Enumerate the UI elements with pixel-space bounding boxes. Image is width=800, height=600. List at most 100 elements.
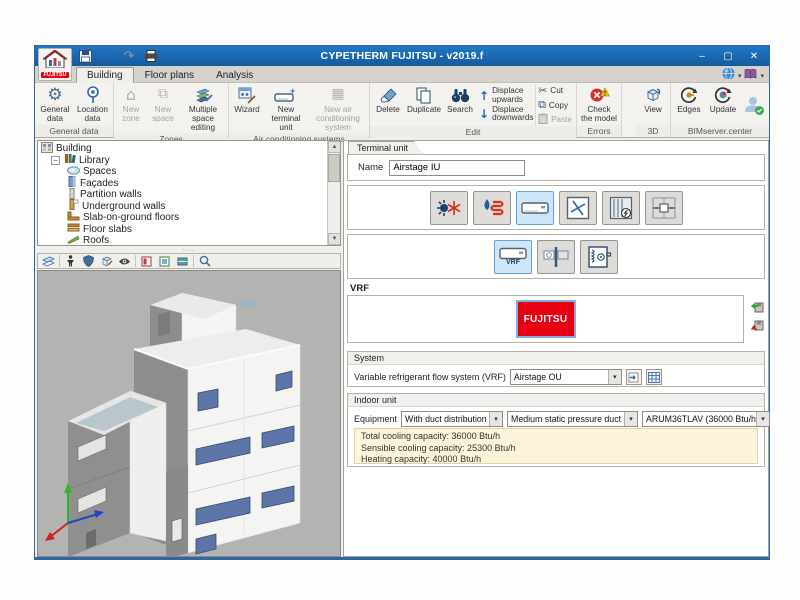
ribbon: ⚙ General data Location data General dat… (35, 83, 769, 138)
close-button[interactable]: ✕ (741, 46, 767, 66)
red-partition-icon[interactable] (139, 255, 154, 268)
chevron-down-icon: ▾ (756, 412, 769, 426)
teal-slab-icon[interactable] (175, 255, 190, 268)
green-window-icon[interactable] (157, 255, 172, 268)
tab-floor-plans[interactable]: Floor plans (134, 67, 205, 83)
tree-item-library[interactable]: − Library (41, 155, 340, 167)
tree-item-partition-walls[interactable]: Partition walls (41, 189, 340, 201)
capacity-info-box: Total cooling capacity: 36000 Btu/h Sens… (354, 428, 758, 464)
scroll-up-button[interactable]: ▲ (328, 141, 341, 153)
pressure-select[interactable]: Medium static pressure duct ▾ (507, 411, 638, 427)
print-icon[interactable] (143, 48, 159, 64)
edges-sync-icon (680, 85, 698, 105)
undo-icon[interactable]: ↶ (99, 48, 115, 64)
terminal-name-input[interactable] (389, 160, 525, 176)
view-3d-button[interactable]: View (638, 84, 668, 125)
vrf-indoor-unit-icon[interactable]: VRF (494, 240, 532, 274)
check-model-button[interactable]: Check the model (579, 84, 619, 125)
tree-item-spaces[interactable]: Spaces (41, 166, 340, 178)
duct-fan-icon[interactable] (602, 191, 640, 225)
zoom-icon[interactable] (197, 255, 212, 268)
heating-capacity: Heating capacity: 40000 Btu/h (361, 454, 751, 466)
unit-kind-selector: VRF (347, 234, 765, 279)
multiple-space-editing-button[interactable]: Multiple space editing (180, 84, 226, 133)
edges-button[interactable]: Edges (673, 84, 705, 125)
outdoor-packaged-unit-icon[interactable] (580, 240, 618, 274)
arrow-up-icon: ↑ (479, 89, 489, 103)
duplicate-pages-icon (416, 85, 432, 105)
general-data-button[interactable]: ⚙ General data (37, 84, 73, 125)
distribution-select[interactable]: With duct distribution ▾ (401, 411, 503, 427)
tab-analysis[interactable]: Analysis (205, 67, 264, 83)
3d-viewport[interactable] (37, 270, 341, 557)
displace-upwards-button[interactable]: ↑ Displace upwards (479, 87, 532, 104)
ribbon-group-zones: ⌂ New zone ⧉ New space Multiple space ed… (114, 83, 229, 137)
wizard-button[interactable]: Wizard (231, 84, 263, 133)
tree-item-facades[interactable]: Façades (41, 178, 340, 190)
gear-icon: ⚙ (47, 85, 62, 105)
tab-building[interactable]: Building (76, 67, 134, 83)
displace-downwards-button[interactable]: ↓ Displace downwards (479, 106, 532, 123)
search-button[interactable]: Search (444, 84, 476, 126)
save-icon[interactable] (77, 48, 93, 64)
binoculars-icon (451, 85, 470, 105)
bim-user-avatar[interactable] (741, 84, 767, 125)
cypetherm-house-icon (43, 50, 67, 73)
tree-item-slab-on-ground[interactable]: Slab-on-ground floors (41, 212, 340, 224)
app-menu-button[interactable]: FUJITSU (38, 48, 72, 81)
copy-button[interactable]: ⧉ Copy (538, 98, 572, 112)
duplicate-button[interactable]: Duplicate (405, 84, 443, 126)
water-coil-icon[interactable] (473, 191, 511, 225)
cassette-icon[interactable] (559, 191, 597, 225)
clipboard-icon (538, 113, 548, 126)
redo-icon[interactable]: ↷ (121, 48, 137, 64)
chevron-down-icon[interactable]: ▾ (738, 72, 742, 80)
name-row: Name (347, 154, 765, 181)
vrf-system-select[interactable]: Airstage OU ▾ (510, 369, 622, 385)
person-scale-icon[interactable] (63, 255, 78, 268)
fujitsu-brand-button[interactable]: FUJITSU (516, 300, 576, 338)
layers-icon[interactable] (41, 255, 56, 268)
textures-icon[interactable] (99, 255, 114, 268)
project-tree-panel: Building − Library Spaces Façades Partit… (37, 140, 341, 246)
scroll-down-button[interactable]: ▼ (328, 233, 341, 245)
edit-vrf-system-button[interactable] (626, 369, 642, 385)
vrf-system-table-button[interactable] (646, 369, 662, 385)
tree-item-floor-slabs[interactable]: Floor slabs (41, 224, 340, 236)
paste-button: Paste (538, 113, 572, 126)
new-ac-system-button: ▦ New air conditioning system (309, 84, 367, 133)
split-unit-icon[interactable] (537, 240, 575, 274)
tree-scrollbar[interactable]: ▲ ▼ (327, 141, 340, 245)
wall-unit-icon[interactable] (516, 191, 554, 225)
shield-icon[interactable] (81, 255, 96, 268)
export-library-button[interactable] (749, 319, 765, 334)
cut-button[interactable]: ✂ Cut (538, 84, 572, 97)
tree-item-building[interactable]: Building (41, 143, 340, 155)
update-button[interactable]: Update (706, 84, 740, 125)
heat-cool-icon[interactable] (430, 191, 468, 225)
name-label: Name (358, 162, 383, 173)
eraser-icon (379, 85, 397, 105)
eye-icon[interactable] (117, 255, 132, 268)
chevron-down-icon: ▾ (608, 370, 621, 384)
model-select[interactable]: ARUM36TLAV (36000 Btu/h) ▾ (642, 411, 770, 427)
new-space-button: ⧉ New space (147, 84, 179, 133)
cube-3d-icon (644, 85, 662, 105)
ribbon-group-ac-systems: Wizard + New terminal unit ▦ New air con… (229, 83, 370, 137)
chevron-down-icon: ▾ (489, 412, 502, 426)
tree-item-underground-walls[interactable]: Underground walls (41, 201, 340, 213)
import-library-button[interactable] (749, 299, 765, 314)
delete-button[interactable]: Delete (372, 84, 404, 126)
ducted-layout-icon[interactable] (645, 191, 683, 225)
tree-collapse-icon[interactable]: − (51, 156, 60, 165)
tree-item-roofs[interactable]: Roofs (41, 235, 340, 246)
minimize-button[interactable]: – (689, 46, 715, 66)
unit-type-selector (347, 185, 765, 230)
ribbon-group-3d: View 3D (636, 83, 671, 137)
location-data-button[interactable]: Location data (74, 84, 111, 125)
scrollbar-thumb[interactable] (328, 154, 340, 182)
chevron-down-icon[interactable]: ▾ (760, 72, 764, 80)
maximize-button[interactable]: ▢ (715, 46, 741, 66)
new-terminal-unit-button[interactable]: + New terminal unit (264, 84, 308, 133)
indoor-unit-groupbox: Indoor unit Equipment With duct distribu… (347, 393, 765, 467)
